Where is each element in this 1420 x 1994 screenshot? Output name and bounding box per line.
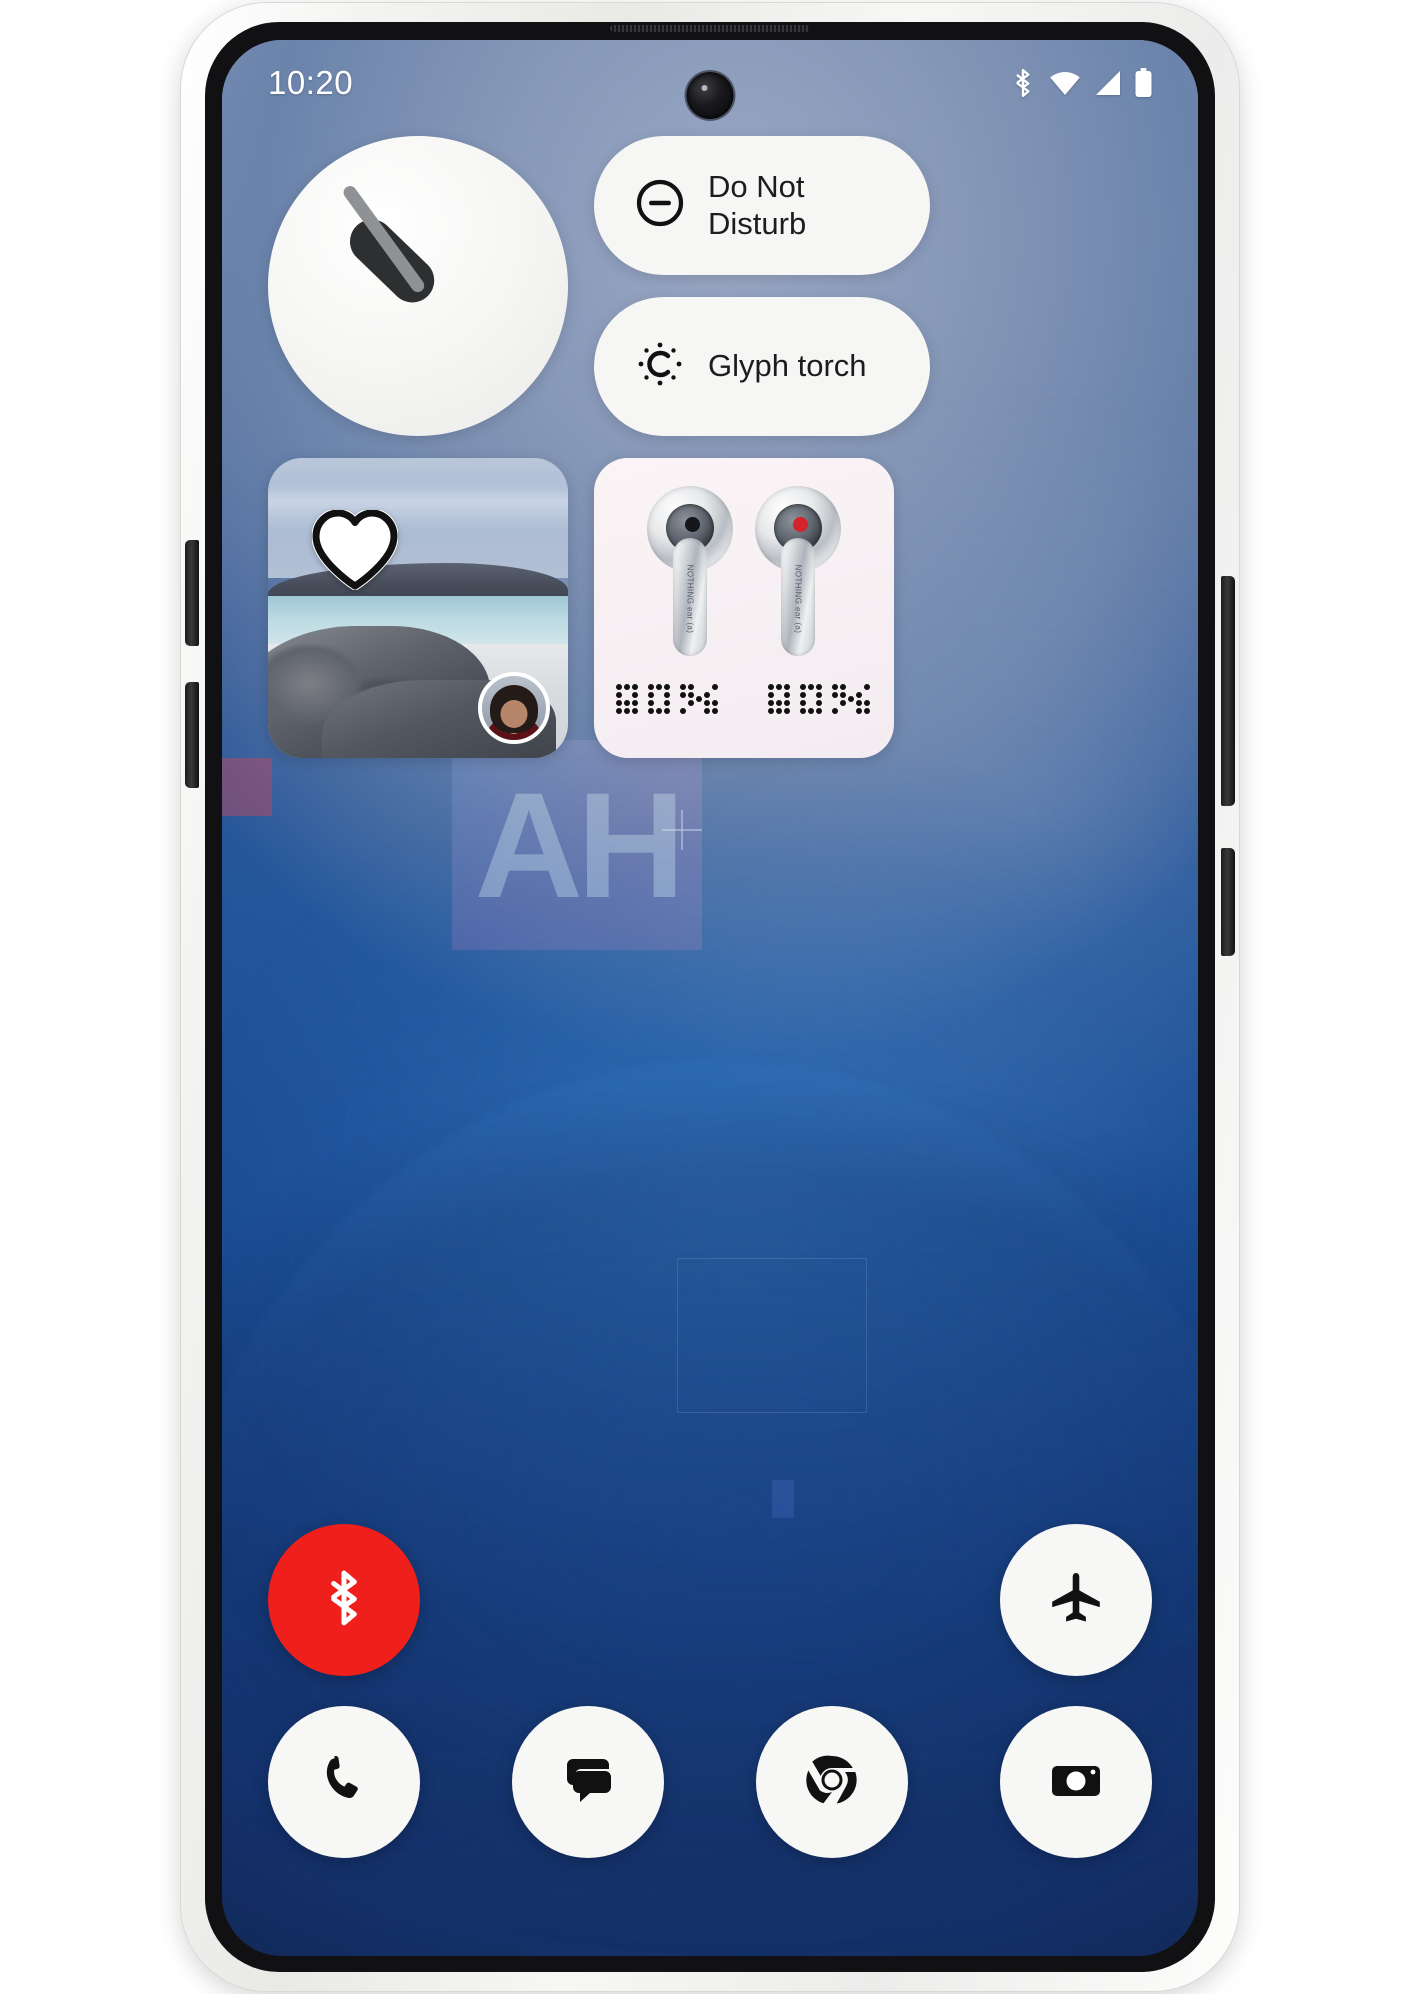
left-earbud-stem: NOTHING ear (a) [673,538,707,656]
right-earbud-indicator-dot [793,517,808,532]
do-not-disturb-icon [634,177,686,234]
glyph-torch-icon [634,338,686,395]
contact-avatar[interactable] [478,672,550,744]
watermark-blue-box [772,1480,794,1518]
messages-app[interactable] [512,1706,664,1858]
left-earbud-indicator-dot [685,517,700,532]
do-not-disturb-label: Do Not Disturb [708,169,806,242]
right-earbud: NOTHING ear (a) [755,486,841,656]
bluetooth-icon [1010,68,1036,98]
left-earbud-brand-text: NOTHING ear (a) [685,565,695,634]
glyph-torch-label: Glyph torch [708,348,867,384]
essential-key-button[interactable] [1221,848,1235,956]
airplane-mode-toggle[interactable] [1000,1524,1152,1676]
photo-widget[interactable] [268,458,568,758]
screenshot-root: AH 10:20 Do Not Disturb Glyph torch NOTH… [0,0,1420,1994]
glyph-torch-widget[interactable]: Glyph torch [594,297,930,436]
earpiece-grille [610,25,810,32]
phone-screen: AH 10:20 Do Not Disturb Glyph torch NOTH… [222,40,1198,1956]
chrome-app[interactable] [756,1706,908,1858]
status-clock: 10:20 [268,64,354,101]
analog-clock-widget[interactable] [268,136,568,436]
do-not-disturb-widget[interactable]: Do Not Disturb [594,136,930,275]
left-earbud-battery [614,682,722,718]
right-battery-dotmatrix [768,684,870,714]
battery-icon [1135,68,1152,98]
widget-row-1: Do Not Disturb Glyph torch [268,136,1152,436]
bluetooth-toggle[interactable] [268,1524,420,1676]
right-earbud-battery [766,682,874,718]
watermark-ghost-box [677,1258,867,1413]
right-earbud-stem: NOTHING ear (a) [781,538,815,656]
cellular-signal-icon [1094,70,1122,96]
watermark-red-box [222,758,272,816]
dnd-label-line2: Disturb [708,205,807,241]
widget-column-right: Do Not Disturb Glyph torch [594,136,930,436]
chrome-icon [804,1752,860,1813]
airplane-icon [1048,1570,1104,1631]
earbuds-pair: NOTHING ear (a) NOTHING ear (a) [647,486,841,656]
wifi-icon [1049,70,1081,96]
dnd-label-line1: Do Not [708,168,805,204]
phone-app[interactable] [268,1706,420,1858]
bluetooth-icon [319,1569,369,1632]
power-button[interactable] [1221,576,1235,806]
camera-icon [1048,1752,1104,1813]
widget-row-2: NOTHING ear (a) NOTHING ear (a) [268,458,1152,758]
dock [222,1706,1198,1858]
right-earbud-brand-text: NOTHING ear (a) [793,565,803,634]
nothing-ear-widget[interactable]: NOTHING ear (a) NOTHING ear (a) [594,458,894,758]
phone-icon [316,1752,372,1813]
avatar-hair [490,684,538,733]
camera-app[interactable] [1000,1706,1152,1858]
heart-sticker-icon [311,508,399,591]
earbuds-battery-row [594,682,894,718]
volume-down-button[interactable] [185,682,199,788]
left-earbud: NOTHING ear (a) [647,486,733,656]
volume-up-button[interactable] [185,540,199,646]
watermark-plus-icon [662,810,702,850]
status-icon-group [1010,68,1152,98]
widget-area: Do Not Disturb Glyph torch NOTHING ear (… [222,136,1198,758]
quick-toggle-row [222,1524,1198,1676]
message-bubble-icon [560,1752,616,1813]
left-battery-dotmatrix [616,684,718,714]
front-camera-punch-hole [686,72,734,119]
